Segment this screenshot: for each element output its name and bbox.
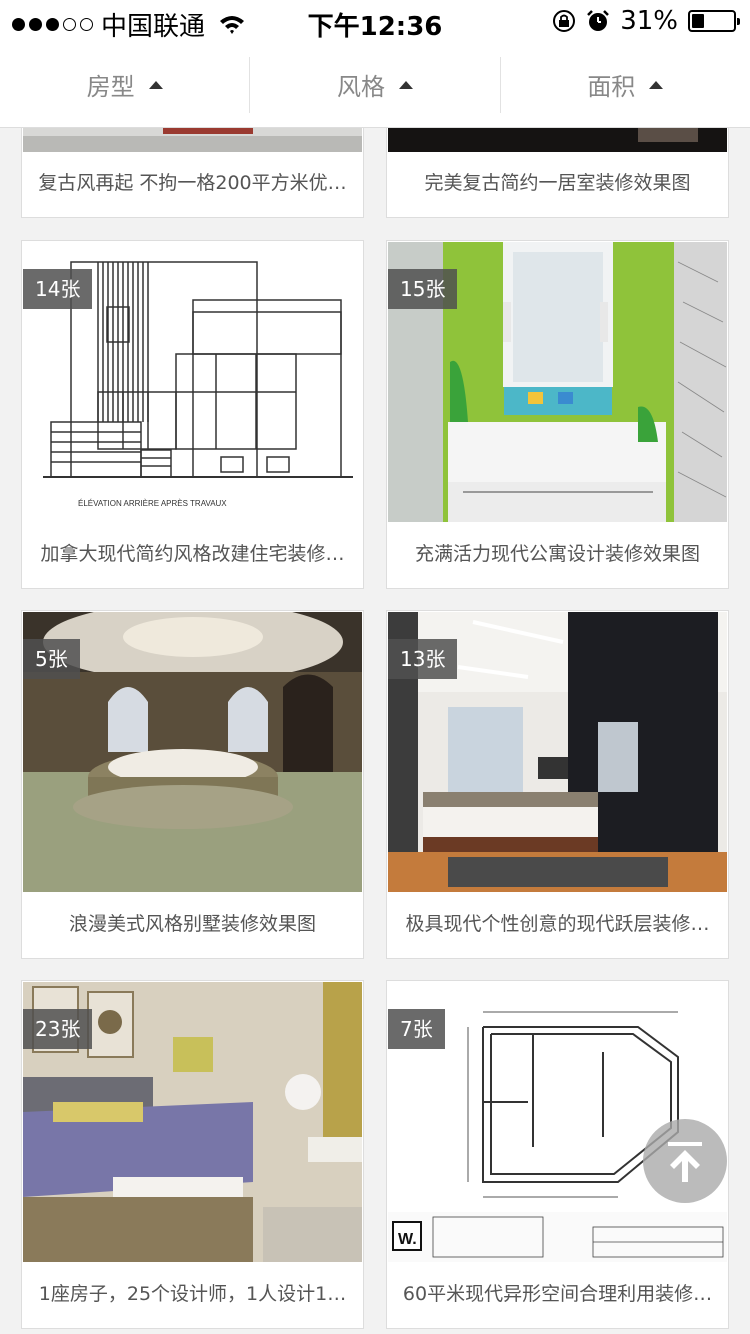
card-item[interactable]: 23张 1座房子，25个设计师，1人设计1… <box>21 980 364 1329</box>
photo-count-badge: 5张 <box>23 639 80 679</box>
back-to-top-button[interactable] <box>643 1119 727 1203</box>
photo-count-badge: 13张 <box>388 639 458 679</box>
card-title: 充满活力现代公寓设计装修效果图 <box>414 543 700 565</box>
photo-count-badge: 23张 <box>23 1009 93 1049</box>
card-image: 15张 <box>388 242 727 522</box>
filter-label: 风格 <box>336 73 385 101</box>
filter-bar: 房型 风格 面积 <box>0 42 750 128</box>
card-image: 23张 <box>23 982 362 1262</box>
card-item[interactable]: 5张 浪漫美式风格别墅装修效果图 <box>21 610 364 959</box>
filter-style[interactable]: 风格 <box>249 56 499 113</box>
status-bar: 中国联通 下午12:36 31% <box>0 0 750 42</box>
card-item[interactable]: 15张 充满活力现代公寓设计装修效果图 <box>386 240 729 589</box>
arrow-up-icon <box>668 1142 702 1182</box>
card-image: 13张 <box>388 612 727 892</box>
card-item[interactable]: ÉLÉVATION ARRIÈRE APRÈS TRAVAUX 14张 加拿大现… <box>21 240 364 589</box>
card-item[interactable]: 13张 极具现代个性创意的现代跃层装修… <box>386 610 729 959</box>
status-right: 31% <box>552 6 740 36</box>
filter-label: 房型 <box>86 73 135 101</box>
svg-text:W.: W. <box>398 1231 417 1248</box>
caret-up-icon <box>649 80 664 89</box>
filter-area[interactable]: 面积 <box>499 56 750 113</box>
filter-label: 面积 <box>587 73 636 101</box>
alarm-icon <box>587 10 610 31</box>
photo-count-badge: 7张 <box>388 1009 445 1049</box>
card-title: 复古风再起 不拘一格200平方米优… <box>38 172 347 194</box>
card-title: 极具现代个性创意的现代跃层装修… <box>405 913 710 935</box>
rotation-lock-icon <box>553 10 576 32</box>
filter-room-type[interactable]: 房型 <box>0 57 249 113</box>
card-image: ÉLÉVATION ARRIÈRE APRÈS TRAVAUX 14张 <box>23 242 362 522</box>
card-title: 1座房子，25个设计师，1人设计1… <box>38 1283 347 1305</box>
photo-count-badge: 15张 <box>388 269 458 309</box>
caret-up-icon <box>398 80 413 89</box>
photo-count-badge: 14张 <box>23 269 93 309</box>
card-image: 5张 <box>23 612 362 892</box>
battery-percent: 31% <box>620 6 678 36</box>
card-title: 完美复古简约一居室装修效果图 <box>424 172 691 194</box>
card-grid: 复古风再起 不拘一格200平方米优… 完美复古简约一居室装修效果图 ÉLÉVAT… <box>0 0 750 1334</box>
card-title: 加拿大现代简约风格改建住宅装修… <box>40 543 345 565</box>
caret-up-icon <box>148 80 163 89</box>
card-title: 60平米现代异形空间合理利用装修… <box>402 1283 713 1305</box>
battery-icon <box>688 10 740 32</box>
card-title: 浪漫美式风格别墅装修效果图 <box>68 913 316 935</box>
elevation-caption: ÉLÉVATION ARRIÈRE APRÈS TRAVAUX <box>78 499 227 508</box>
